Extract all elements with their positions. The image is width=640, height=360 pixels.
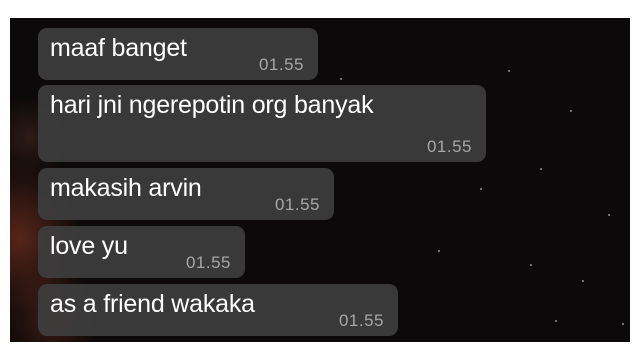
- message-time: 01.55: [258, 55, 304, 74]
- background-star: [508, 70, 510, 72]
- message-time: 01.55: [426, 137, 472, 156]
- background-star: [480, 188, 482, 190]
- background-star: [438, 250, 440, 252]
- message-bubble[interactable]: hari jni ngerepotin org banyak 01.55: [38, 85, 486, 162]
- message-text: love yu: [50, 232, 128, 260]
- background-star: [530, 264, 532, 266]
- background-star: [540, 168, 542, 170]
- background-star: [582, 280, 584, 282]
- message-text: as a friend wakaka: [50, 290, 255, 318]
- message-text: hari jni ngerepotin org banyak: [50, 91, 374, 119]
- message-bubble[interactable]: as a friend wakaka 01.55: [38, 284, 398, 336]
- message-bubble[interactable]: makasih arvin 01.55: [38, 168, 334, 220]
- chat-screenshot: maaf banget 01.55 hari jni ngerepotin or…: [10, 18, 630, 342]
- background-star: [570, 110, 572, 112]
- background-star: [622, 323, 624, 325]
- message-time: 01.55: [338, 311, 384, 330]
- background-star: [555, 320, 557, 322]
- background-star: [340, 78, 342, 80]
- message-bubble[interactable]: maaf banget 01.55: [38, 28, 318, 80]
- message-time: 01.55: [185, 253, 231, 272]
- message-text: maaf banget: [50, 34, 187, 62]
- message-text: makasih arvin: [50, 174, 202, 202]
- background-star: [608, 214, 610, 216]
- message-bubble[interactable]: love yu 01.55: [38, 226, 245, 278]
- message-time: 01.55: [274, 195, 320, 214]
